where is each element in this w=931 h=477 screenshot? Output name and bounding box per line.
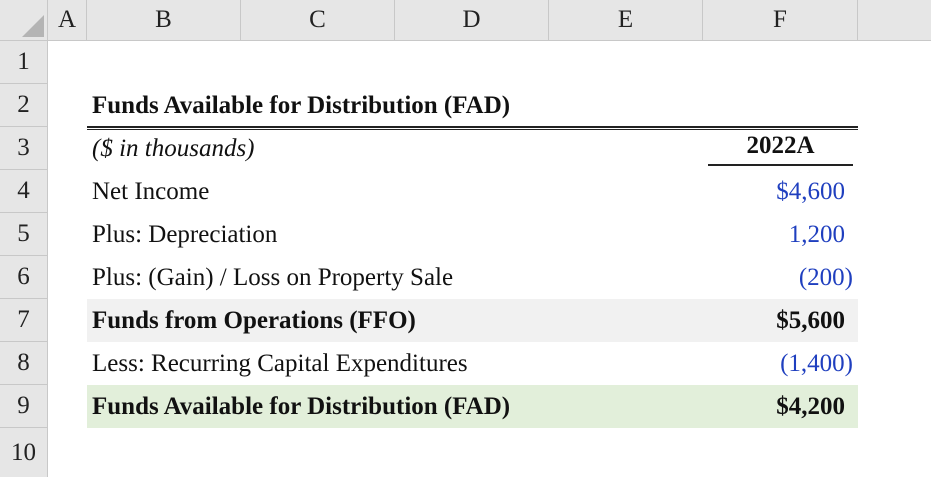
year-header-underline xyxy=(708,164,853,166)
column-header-c[interactable]: C xyxy=(241,0,395,41)
select-all-corner[interactable] xyxy=(0,0,48,41)
column-header-blank xyxy=(858,0,931,41)
row-header-3[interactable]: 3 xyxy=(0,127,48,170)
line-value-depreciation: 1,200 xyxy=(788,220,845,248)
line-label-gain-loss: Plus: (Gain) / Loss on Property Sale xyxy=(92,263,454,291)
column-header-d[interactable]: D xyxy=(395,0,549,41)
line-label-ffo: Funds from Operations (FFO) xyxy=(92,306,416,334)
year-header: 2022A xyxy=(746,132,815,159)
line-label-net-income: Net Income xyxy=(92,177,210,205)
line-value-gain-loss: (200) xyxy=(798,263,853,291)
row-header-8[interactable]: 8 xyxy=(0,342,48,385)
row-header-1[interactable]: 1 xyxy=(0,41,48,84)
row-header-2[interactable]: 2 xyxy=(0,84,48,127)
line-value-capex: (1,400) xyxy=(780,349,853,377)
select-all-icon xyxy=(22,15,44,37)
line-value-ffo: $5,600 xyxy=(776,306,845,334)
row-header-6[interactable]: 6 xyxy=(0,256,48,299)
line-label-depreciation: Plus: Depreciation xyxy=(92,220,278,248)
column-header-e[interactable]: E xyxy=(549,0,703,41)
row-header-4[interactable]: 4 xyxy=(0,170,48,213)
line-value-fad: $4,200 xyxy=(776,392,845,420)
row-header-7[interactable]: 7 xyxy=(0,299,48,342)
row-header-9[interactable]: 9 xyxy=(0,385,48,428)
line-label-capex: Less: Recurring Capital Expenditures xyxy=(92,349,468,377)
table-title: Funds Available for Distribution (FAD) xyxy=(92,91,511,119)
line-label-fad: Funds Available for Distribution (FAD) xyxy=(92,392,511,420)
column-header-a[interactable]: A xyxy=(48,0,87,41)
column-header-f[interactable]: F xyxy=(703,0,858,41)
row-header-5[interactable]: 5 xyxy=(0,213,48,256)
row-header-10[interactable]: 10 xyxy=(0,428,48,477)
line-value-net-income: $4,600 xyxy=(776,177,845,205)
units-label: ($ in thousands) xyxy=(92,135,255,162)
column-header-b[interactable]: B xyxy=(87,0,241,41)
